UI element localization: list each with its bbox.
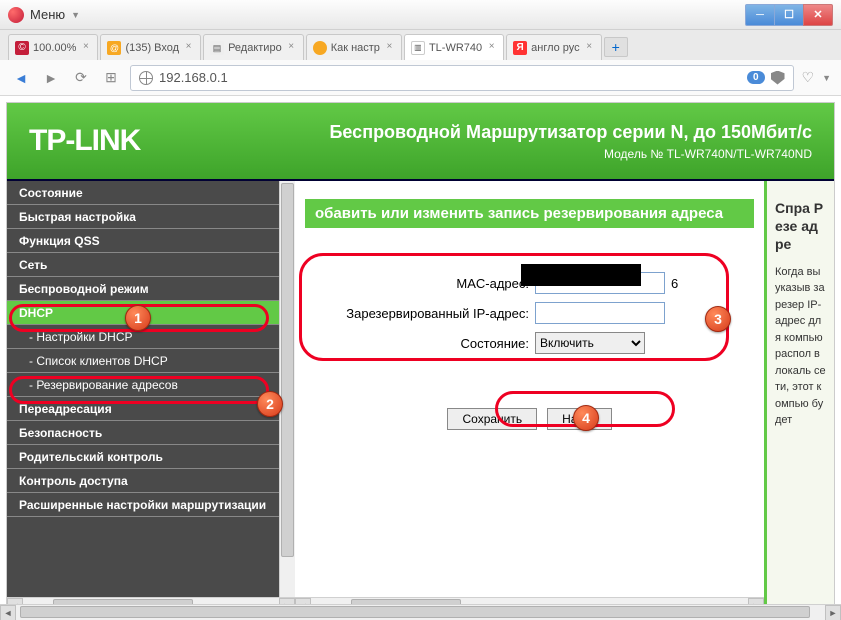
nav-item-6[interactable]: - Настройки DHCP	[7, 325, 295, 349]
button-row: Сохранить Назад	[305, 408, 754, 430]
nav-item-9[interactable]: Переадресация	[7, 397, 295, 421]
tab-close-icon[interactable]: ×	[80, 42, 91, 53]
nav-item-13[interactable]: Расширенные настройки маршрутизации	[7, 493, 295, 517]
nav-item-0[interactable]: Состояние	[7, 181, 295, 205]
nav-item-8[interactable]: - Резервирование адресов	[7, 373, 295, 397]
marker-3: 3	[705, 306, 731, 332]
tab-close-icon[interactable]: ×	[183, 42, 194, 53]
ip-label: Зарезервированный IP-адрес:	[319, 306, 529, 321]
tab-label: англо рус	[531, 42, 580, 54]
nav-item-10[interactable]: Безопасность	[7, 421, 295, 445]
window-titlebar: Меню ▼ ─ ☐ ✕	[0, 0, 841, 30]
nav-item-12[interactable]: Контроль доступа	[7, 469, 295, 493]
tab-label: TL-WR740	[429, 42, 482, 54]
close-button[interactable]: ✕	[803, 4, 833, 26]
router-banner: TP-LINK Беспроводной Маршрутизатор серии…	[7, 103, 834, 181]
address-bar: ◄ ► ⟳ ⊞ 192.168.0.1 0 ♡ ▼	[0, 60, 841, 96]
shield-icon[interactable]	[771, 71, 785, 85]
nav-item-7[interactable]: - Список клиентов DHCP	[7, 349, 295, 373]
marker-2: 2	[257, 391, 283, 417]
ip-input[interactable]	[535, 302, 665, 324]
window-buttons: ─ ☐ ✕	[746, 4, 833, 26]
tab-0[interactable]: ©100.00%×	[8, 34, 98, 60]
nav-item-11[interactable]: Родительский контроль	[7, 445, 295, 469]
marker-1: 1	[125, 305, 151, 331]
maximize-button[interactable]: ☐	[774, 4, 804, 26]
menu-chevron-icon: ▼	[71, 10, 80, 20]
help-title: Спра Резе адре	[775, 199, 826, 254]
page-viewport: TP-LINK Беспроводной Маршрутизатор серии…	[0, 96, 841, 620]
titlebar-left: Меню ▼	[8, 7, 80, 23]
tab-label: Редактиро	[228, 42, 282, 54]
page-hscroll[interactable]: ◄►	[0, 604, 841, 620]
tab-1[interactable]: @(135) Вход×	[100, 34, 201, 60]
tab-4[interactable]: ▥TL-WR740×	[404, 34, 504, 60]
globe-icon	[139, 71, 153, 85]
tab-label: (135) Вход	[125, 42, 179, 54]
speed-dial-button[interactable]: ⊞	[100, 67, 122, 89]
tab-2[interactable]: ▤Редактиро×	[203, 34, 304, 60]
state-select[interactable]: Включить	[535, 332, 645, 354]
tab-3[interactable]: Как настр ×	[306, 34, 402, 60]
banner-title: Беспроводной Маршрутизатор серии N, до 1…	[329, 122, 812, 143]
tab-label: 100.00%	[33, 42, 76, 54]
nav-item-1[interactable]: Быстрая настройка	[7, 205, 295, 229]
reload-button[interactable]: ⟳	[70, 67, 92, 89]
back-button[interactable]: ◄	[10, 67, 32, 89]
nav-item-5[interactable]: DHCP	[7, 301, 295, 325]
toolbar-chevron-icon: ▼	[822, 73, 831, 83]
help-body: Когда вы указыв зарезер IP-адрес для ком…	[775, 264, 826, 429]
address-input[interactable]: 192.168.0.1 0	[130, 65, 794, 91]
url-text: 192.168.0.1	[159, 70, 741, 85]
nav-item-2[interactable]: Функция QSS	[7, 229, 295, 253]
nav-item-3[interactable]: Сеть	[7, 253, 295, 277]
page-title: обавить или изменить запись резервирован…	[305, 199, 754, 228]
mac-label: MAC-адрес:	[319, 276, 529, 291]
tab-label: Как настр	[331, 42, 380, 54]
minimize-button[interactable]: ─	[745, 4, 775, 26]
banner-subtitle: Модель № TL-WR740N/TL-WR740ND	[329, 147, 812, 161]
marker-4: 4	[573, 405, 599, 431]
nav-scrollbar[interactable]	[279, 181, 295, 597]
help-panel: Спра Резе адре Когда вы указыв зарезер I…	[764, 181, 834, 613]
mac-overlay	[521, 264, 641, 286]
save-button[interactable]: Сохранить	[447, 408, 537, 430]
state-label: Состояние:	[319, 336, 529, 351]
blocker-badge[interactable]: 0	[747, 71, 765, 84]
sidebar-nav: СостояниеБыстрая настройкаФункция QSSСет…	[7, 181, 295, 613]
opera-icon	[8, 7, 24, 23]
nav-item-4[interactable]: Беспроводной режим	[7, 277, 295, 301]
forward-button[interactable]: ►	[40, 67, 62, 89]
menu-button[interactable]: Меню	[30, 7, 65, 22]
mac-suffix: 6	[671, 276, 678, 291]
tab-5[interactable]: Яангло рус×	[506, 34, 602, 60]
tab-close-icon[interactable]: ×	[584, 42, 595, 53]
tab-close-icon[interactable]: ×	[486, 42, 497, 53]
main-panel: обавить или изменить запись резервирован…	[295, 181, 764, 613]
tab-strip: ©100.00%× @(135) Вход× ▤Редактиро× Как н…	[0, 30, 841, 60]
bookmark-heart-icon[interactable]: ♡	[802, 69, 815, 86]
tab-close-icon[interactable]: ×	[286, 42, 297, 53]
new-tab-button[interactable]: +	[604, 37, 628, 57]
tab-close-icon[interactable]: ×	[384, 42, 395, 53]
tplink-logo: TP-LINK	[29, 124, 140, 158]
